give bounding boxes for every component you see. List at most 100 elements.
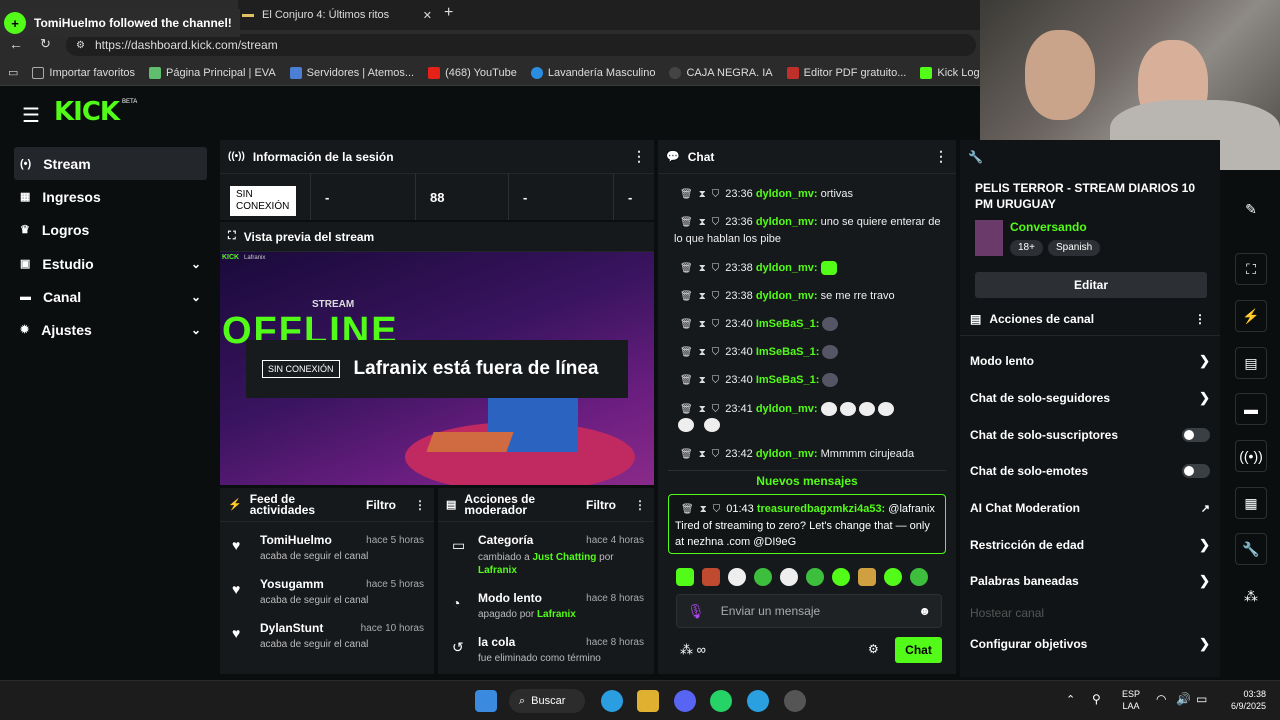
mod-filter-button[interactable]: Filtro bbox=[586, 498, 616, 512]
wifi-icon[interactable]: ◠ bbox=[1156, 692, 1166, 706]
more-icon[interactable]: ⋮ bbox=[934, 148, 948, 165]
emote-icon[interactable] bbox=[728, 568, 746, 586]
timeout-icon[interactable]: ⧗ bbox=[699, 404, 706, 415]
battery-icon[interactable]: ▭ bbox=[1196, 692, 1207, 706]
whatsapp-icon[interactable] bbox=[710, 690, 732, 712]
reading-list-icon[interactable]: ▭ bbox=[8, 66, 18, 79]
nav-ingresos[interactable]: ▦ Ingresos bbox=[14, 180, 207, 213]
delete-icon[interactable]: 🗑 bbox=[680, 319, 693, 330]
telegram-icon[interactable] bbox=[747, 690, 769, 712]
action-age-restriction[interactable]: Restricción de edad ❯ bbox=[970, 530, 1210, 560]
scan-icon[interactable]: ⛶ bbox=[1235, 253, 1267, 285]
bookmark-3[interactable]: (468) YouTube bbox=[428, 66, 517, 79]
timeout-icon[interactable]: ⧗ bbox=[699, 189, 706, 200]
delete-icon[interactable]: 🗑 bbox=[680, 263, 693, 274]
edit-stream-button[interactable]: Editar bbox=[975, 272, 1207, 298]
volume-icon[interactable]: 🔊 bbox=[1176, 692, 1191, 706]
shield-icon[interactable]: ⛉ bbox=[712, 263, 720, 274]
shield-icon[interactable]: ⛉ bbox=[712, 347, 720, 358]
broadcast-tool-icon[interactable]: ((•)) bbox=[1235, 440, 1267, 472]
discord-icon[interactable] bbox=[674, 690, 696, 712]
obs-icon[interactable] bbox=[784, 690, 806, 712]
windows-start-icon[interactable] bbox=[475, 690, 497, 712]
browser-tab-2[interactable]: El Conjuro 4: Últimos ritos ✕ bbox=[242, 4, 432, 26]
emote-icon[interactable] bbox=[780, 568, 798, 586]
bookmark-6[interactable]: Editor PDF gratuito... bbox=[786, 66, 906, 79]
url-field[interactable]: ⚙ https://dashboard.kick.com/stream bbox=[66, 34, 976, 56]
more-icon[interactable]: ⋮ bbox=[414, 498, 426, 512]
bookmark-7[interactable]: Kick Logo bbox=[920, 66, 986, 79]
chat-input[interactable]: 🎙 Enviar un mensaje ☻ bbox=[676, 594, 942, 628]
emote-icon[interactable] bbox=[884, 568, 902, 586]
action-followers-only[interactable]: Chat de solo-seguidores ❯ bbox=[970, 383, 1210, 413]
shield-icon[interactable]: ⛉ bbox=[713, 504, 721, 515]
timeout-icon[interactable]: ⧗ bbox=[699, 347, 706, 358]
emote-icon[interactable] bbox=[910, 568, 928, 586]
site-info-icon[interactable]: ⚙ bbox=[76, 40, 85, 51]
community-icon[interactable]: ⁂ bbox=[1235, 580, 1267, 612]
shield-icon[interactable]: ⛉ bbox=[712, 291, 720, 302]
emoji-icon[interactable]: ☻ bbox=[918, 604, 931, 618]
action-banned-words[interactable]: Palabras baneadas ❯ bbox=[970, 566, 1210, 596]
stream-category[interactable]: Conversando bbox=[1010, 220, 1087, 234]
delete-icon[interactable]: 🗑 bbox=[680, 217, 693, 228]
emote-icon[interactable] bbox=[754, 568, 772, 586]
shield-icon[interactable]: ⛉ bbox=[712, 217, 720, 228]
layout-icon[interactable]: ▦ bbox=[1235, 487, 1267, 519]
emote-icon[interactable] bbox=[858, 568, 876, 586]
subscribers-only-toggle[interactable] bbox=[1182, 428, 1210, 442]
delete-icon[interactable]: 🗑 bbox=[680, 404, 693, 415]
more-icon[interactable]: ⋮ bbox=[1194, 312, 1206, 326]
kick-logo[interactable]: KICK bbox=[54, 97, 120, 127]
more-icon[interactable]: ⋮ bbox=[634, 498, 646, 512]
shield-icon[interactable]: ⛉ bbox=[712, 319, 720, 330]
nav-ajustes[interactable]: ✹ Ajustes ⌄ bbox=[14, 313, 207, 346]
chat-settings-icon[interactable]: ⚙ bbox=[868, 642, 879, 656]
notes-icon[interactable]: ▤ bbox=[1235, 347, 1267, 379]
timeout-icon[interactable]: ⧗ bbox=[699, 217, 706, 228]
emote-icon[interactable] bbox=[832, 568, 850, 586]
nav-logros[interactable]: ♛ Logros bbox=[14, 213, 207, 246]
shield-icon[interactable]: ⛉ bbox=[712, 404, 720, 415]
action-configure-goals[interactable]: Configurar objetivos ❯ bbox=[970, 629, 1210, 659]
new-tab-icon[interactable]: + bbox=[444, 4, 453, 22]
emote-icon[interactable] bbox=[806, 568, 824, 586]
delete-icon[interactable]: 🗑 bbox=[680, 189, 693, 200]
timeout-icon[interactable]: ⧗ bbox=[699, 263, 706, 274]
shield-icon[interactable]: ⛉ bbox=[712, 189, 720, 200]
category-thumbnail[interactable] bbox=[975, 220, 1003, 256]
timeout-icon[interactable]: ⧗ bbox=[699, 449, 706, 460]
network-status-icon[interactable]: ⚲ bbox=[1092, 692, 1101, 706]
delete-icon[interactable]: 🗑 bbox=[675, 504, 694, 515]
delete-icon[interactable]: 🗑 bbox=[680, 347, 693, 358]
tray-chevron-icon[interactable]: ⌃ bbox=[1066, 693, 1075, 706]
file-explorer-icon[interactable] bbox=[637, 690, 659, 712]
edit-icon[interactable]: ✎ bbox=[1235, 193, 1267, 225]
more-icon[interactable]: ⋮ bbox=[632, 148, 646, 165]
emote-icon[interactable] bbox=[702, 568, 720, 586]
menu-icon[interactable]: ☰ bbox=[22, 103, 40, 128]
emotes-only-toggle[interactable] bbox=[1182, 464, 1210, 478]
feed-filter-button[interactable]: Filtro bbox=[366, 498, 396, 512]
timeout-icon[interactable]: ⧗ bbox=[699, 319, 706, 330]
back-icon[interactable]: ← bbox=[9, 36, 23, 52]
nav-estudio[interactable]: ▣ Estudio ⌄ bbox=[14, 247, 207, 280]
shield-icon[interactable]: ⛉ bbox=[712, 375, 720, 386]
bookmark-0[interactable]: Importar favoritos bbox=[32, 66, 135, 79]
microphone-icon[interactable]: 🎙 bbox=[687, 603, 705, 620]
timeout-icon[interactable]: ⧗ bbox=[699, 375, 706, 386]
reload-icon[interactable]: ↻ bbox=[40, 36, 51, 52]
chat-tool-icon[interactable]: ▬ bbox=[1235, 393, 1267, 425]
send-chat-button[interactable]: Chat bbox=[895, 637, 942, 663]
taskbar-search[interactable]: ⌕ Buscar bbox=[509, 689, 585, 713]
bookmark-2[interactable]: Servidores | Atemos... bbox=[289, 66, 414, 79]
bolt-tool-icon[interactable]: ⚡ bbox=[1235, 300, 1267, 332]
clock[interactable]: 03:38 6/9/2025 bbox=[1222, 688, 1266, 712]
bookmark-5[interactable]: CAJA NEGRA. IA bbox=[669, 66, 773, 79]
new-messages-divider[interactable]: Nuevos mensajes bbox=[668, 470, 946, 490]
nav-stream[interactable]: (•) Stream bbox=[14, 147, 207, 180]
wrench-tool-icon[interactable]: 🔧 bbox=[1235, 533, 1267, 565]
action-ai-moderation[interactable]: AI Chat Moderation ↗ bbox=[970, 493, 1210, 523]
nav-canal[interactable]: ▬ Canal ⌄ bbox=[14, 280, 207, 313]
action-slow-mode[interactable]: Modo lento ❯ bbox=[970, 346, 1210, 376]
